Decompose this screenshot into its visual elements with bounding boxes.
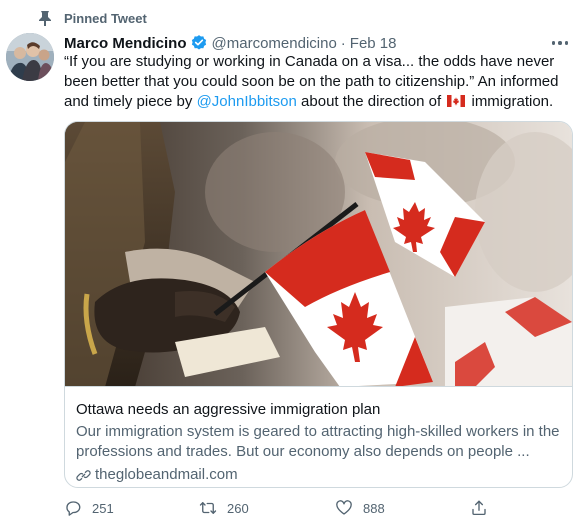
more-options-icon[interactable] bbox=[551, 36, 568, 50]
heart-icon bbox=[336, 500, 352, 515]
canadian-flags-photo bbox=[65, 122, 572, 386]
tweet-text: “If you are studying or working in Canad… bbox=[64, 52, 574, 112]
display-name[interactable]: Marco Mendicino bbox=[64, 35, 187, 52]
tweet-actions: 251 260 888 bbox=[64, 497, 494, 521]
tweet-text-part-2: about the direction of bbox=[296, 93, 446, 110]
pinned-indicator: Pinned Tweet bbox=[38, 8, 147, 28]
reply-button[interactable]: 251 bbox=[64, 497, 114, 519]
link-preview-card[interactable]: Ottawa needs an aggressive immigration p… bbox=[64, 121, 573, 488]
reply-count: 251 bbox=[92, 500, 114, 516]
canada-flag-emoji-icon bbox=[447, 95, 466, 107]
header-separator: · bbox=[340, 34, 346, 52]
card-body: Ottawa needs an aggressive immigration p… bbox=[76, 400, 566, 485]
pinned-label: Pinned Tweet bbox=[64, 10, 147, 26]
link-icon bbox=[76, 469, 91, 481]
user-handle[interactable]: @marcomendicino bbox=[212, 35, 337, 52]
retweet-count: 260 bbox=[227, 500, 249, 516]
card-domain-text: theglobeandmail.com bbox=[95, 466, 238, 483]
card-title: Ottawa needs an aggressive immigration p… bbox=[76, 401, 381, 418]
share-icon bbox=[472, 500, 486, 516]
avatar-photo bbox=[6, 33, 54, 81]
retweet-button[interactable]: 260 bbox=[199, 497, 249, 519]
reply-icon bbox=[66, 501, 81, 516]
avatar[interactable] bbox=[6, 33, 54, 81]
card-description: Our immigration system is geared to attr… bbox=[76, 423, 560, 460]
tweet-date[interactable]: Feb 18 bbox=[350, 35, 397, 52]
tweet-text-part-3: immigration. bbox=[467, 93, 554, 110]
retweet-icon bbox=[199, 502, 217, 514]
verified-badge-icon bbox=[191, 35, 206, 50]
card-image[interactable] bbox=[65, 122, 572, 387]
tweet-header: Marco Mendicino @marcomendicino · Feb 18 bbox=[64, 33, 397, 53]
mention-link[interactable]: @JohnIbbitson bbox=[197, 93, 297, 110]
share-button[interactable] bbox=[470, 497, 498, 519]
like-button[interactable]: 888 bbox=[335, 497, 385, 519]
like-count: 888 bbox=[363, 500, 385, 516]
pin-icon bbox=[39, 11, 51, 26]
card-domain: theglobeandmail.com bbox=[76, 465, 566, 485]
